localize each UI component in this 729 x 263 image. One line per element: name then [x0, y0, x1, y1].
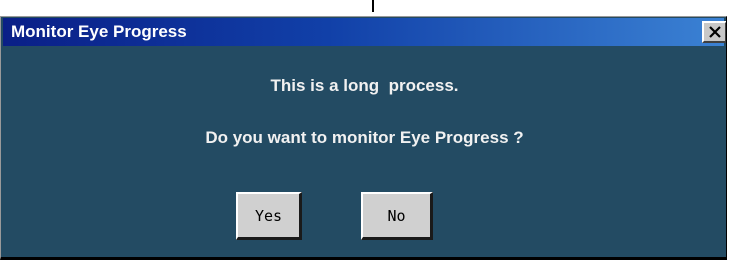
- yes-button-label: Yes: [254, 206, 283, 225]
- message-line-question: Do you want to monitor Eye Progress ?: [205, 128, 524, 147]
- background-strip: [0, 0, 729, 16]
- window-title: Monitor Eye Progress: [11, 22, 187, 41]
- background-divider: [372, 0, 374, 12]
- close-icon: [708, 26, 721, 38]
- title-bar[interactable]: Monitor Eye Progress: [3, 18, 726, 46]
- no-button[interactable]: No: [361, 192, 433, 240]
- monitor-eye-progress-dialog: Monitor Eye Progress This is a long proc…: [0, 16, 727, 260]
- close-button[interactable]: [702, 21, 726, 43]
- message-line-process: This is a long process.: [270, 76, 459, 95]
- no-button-label: No: [387, 206, 406, 225]
- yes-button[interactable]: Yes: [236, 192, 302, 240]
- screen: Monitor Eye Progress This is a long proc…: [0, 0, 729, 263]
